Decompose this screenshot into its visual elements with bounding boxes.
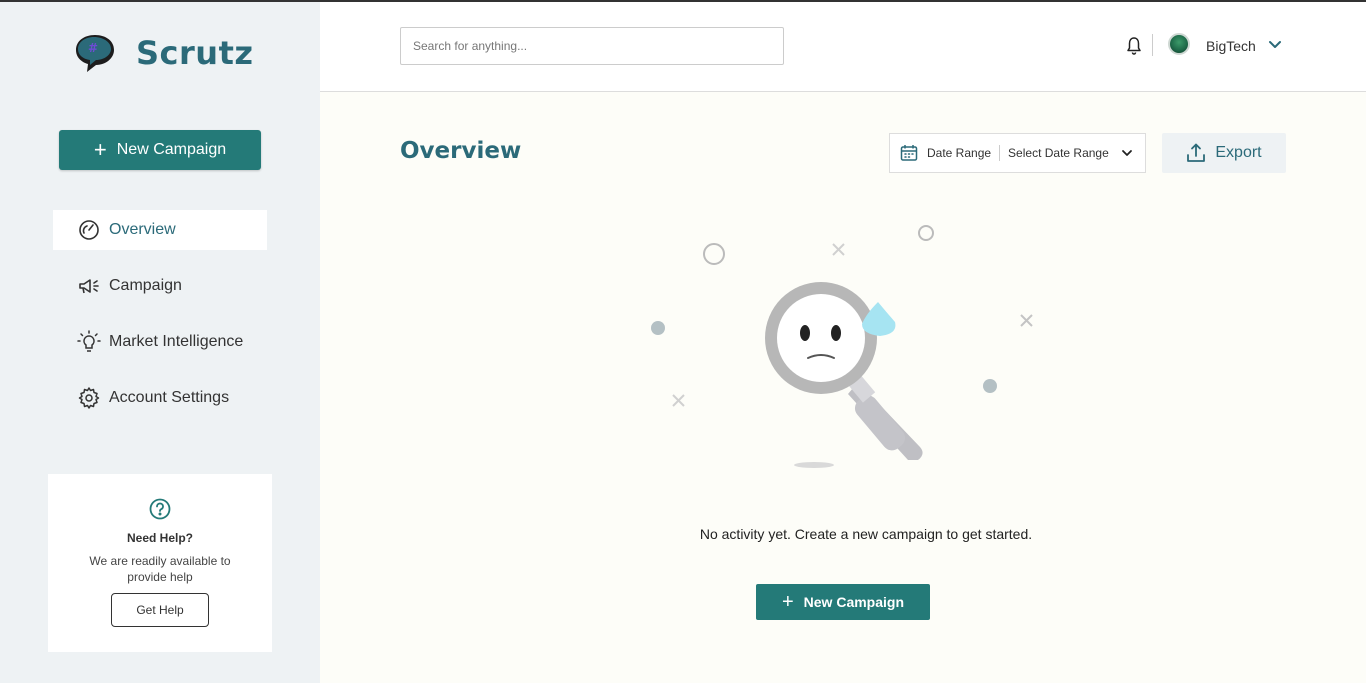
date-range-value: Select Date Range <box>1008 146 1109 160</box>
export-button[interactable]: Export <box>1162 133 1286 173</box>
sidebar: # Scrutz + New Campaign Overview Campaig… <box>0 2 320 683</box>
plus-icon: + <box>93 137 107 162</box>
sidebar-nav: Overview Campaign Market Intelligence Ac… <box>53 210 267 434</box>
sidebar-item-campaign[interactable]: Campaign <box>53 266 267 306</box>
sidebar-item-overview[interactable]: Overview <box>53 210 267 250</box>
question-circle-icon <box>149 498 171 520</box>
megaphone-icon <box>79 279 99 294</box>
sidebar-item-label: Account Settings <box>109 389 230 406</box>
brand-name: Scrutz <box>136 34 254 72</box>
empty-state-magnifier-illustration <box>651 225 1033 468</box>
new-campaign-label: New Campaign <box>116 141 227 158</box>
chat-hashtag-icon: # <box>76 35 114 72</box>
svg-text:#: # <box>88 41 98 55</box>
top-header: BigTech <box>320 2 1366 92</box>
sidebar-item-label: Campaign <box>109 277 182 294</box>
upload-icon <box>1187 143 1206 162</box>
gear-icon <box>78 387 100 409</box>
help-text: We are readily available to provide help <box>89 554 231 584</box>
user-name[interactable]: BigTech <box>1206 38 1256 54</box>
new-campaign-main-label: New Campaign <box>803 594 905 610</box>
sidebar-item-account-settings[interactable]: Account Settings <box>53 378 267 418</box>
brand-logo[interactable]: # Scrutz <box>74 32 254 74</box>
date-range-separator <box>999 145 1001 161</box>
plus-icon: + <box>781 591 794 613</box>
chevron-down-icon[interactable] <box>1268 40 1282 50</box>
page-title: Overview <box>400 138 522 164</box>
sidebar-item-market-intelligence[interactable]: Market Intelligence <box>53 322 267 362</box>
chevron-down-icon <box>1121 150 1132 156</box>
new-campaign-button[interactable]: + New Campaign <box>59 130 261 170</box>
empty-state-message-container: No activity yet. Create a new campaign t… <box>0 526 1366 542</box>
bell-icon[interactable] <box>1126 36 1142 56</box>
speedometer-icon <box>79 220 99 240</box>
sidebar-item-label: Overview <box>109 221 176 238</box>
lightbulb-icon <box>77 330 101 352</box>
calendar-icon <box>900 145 918 161</box>
help-card: Need Help? We are readily available to p… <box>48 474 272 652</box>
sidebar-item-label: Market Intelligence <box>109 333 244 350</box>
empty-state-message: No activity yet. Create a new campaign t… <box>699 526 1033 542</box>
avatar[interactable] <box>1168 33 1190 55</box>
header-divider <box>1152 34 1153 56</box>
get-help-button[interactable]: Get Help <box>111 593 209 627</box>
date-range-label: Date Range <box>927 146 992 160</box>
date-range-picker[interactable]: Date Range Select Date Range <box>889 133 1146 173</box>
search-input[interactable] <box>400 27 784 65</box>
export-label: Export <box>1215 144 1262 161</box>
new-campaign-main-button[interactable]: + New Campaign <box>756 584 930 620</box>
